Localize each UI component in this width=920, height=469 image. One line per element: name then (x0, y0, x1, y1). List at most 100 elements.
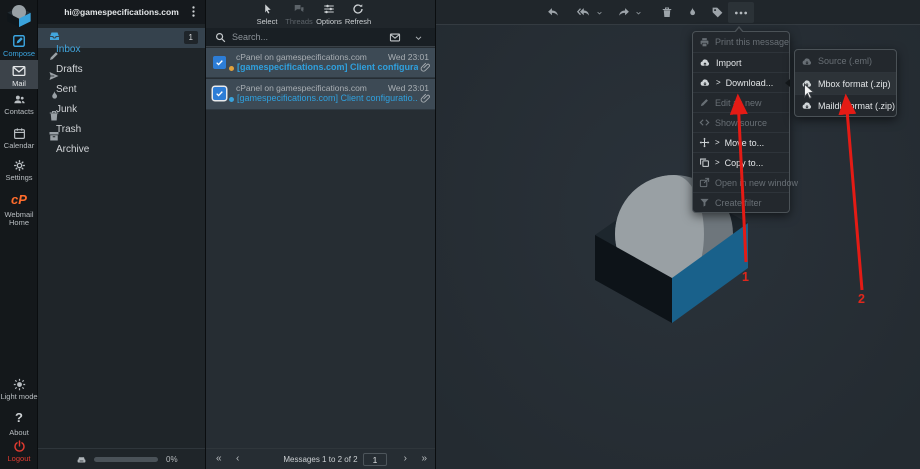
page-number-input[interactable] (363, 453, 387, 466)
account-bar: hi@gamespecifications.com (38, 0, 205, 24)
rail-label-calendar: Calendar (0, 142, 38, 150)
menu-item-label: Move to... (725, 138, 765, 148)
rail-item-calendar[interactable]: Calendar (0, 127, 38, 150)
chevron-down-icon[interactable] (635, 10, 642, 16)
sun-icon (0, 378, 38, 391)
paperclip-icon (420, 62, 431, 73)
rail-label-about: About (0, 429, 38, 437)
roundcube-logo[interactable] (0, 3, 38, 28)
expand-arrow: > (715, 138, 720, 147)
rail-item-logout[interactable]: Logout (0, 440, 38, 463)
menu-item-label: Download... (726, 78, 774, 88)
forward-icon[interactable] (617, 6, 631, 19)
reply-all-icon[interactable] (576, 6, 591, 19)
expand-arrow: > (716, 78, 721, 87)
power-icon (0, 440, 38, 453)
expand-arrow: > (715, 158, 720, 167)
rail-item-settings[interactable]: Settings (0, 159, 38, 182)
reply-icon[interactable] (546, 6, 560, 19)
flag-dot-icon[interactable] (229, 66, 234, 71)
refresh-label: Refresh (340, 17, 376, 26)
folder-sent[interactable]: Sent (38, 68, 205, 88)
compose-icon (0, 34, 38, 48)
junk-icon[interactable] (686, 6, 698, 19)
menu-item-open-in-new-window[interactable]: Open in new window (693, 172, 789, 192)
message-subject: [gamespecifications.com] Client configur… (237, 93, 418, 103)
message-date: Wed 23:01 (388, 83, 429, 93)
refresh-button[interactable]: Refresh (340, 3, 376, 26)
menu-item-move-to[interactable]: > Move to... (693, 132, 789, 152)
menu-item-label: Import (716, 58, 742, 68)
folder-trash[interactable]: Trash (38, 108, 205, 128)
folder-archive[interactable]: Archive (38, 128, 205, 148)
flag-dot-icon[interactable] (229, 97, 234, 102)
menu-item-print[interactable]: Print this message (693, 32, 789, 52)
chevron-down-icon[interactable] (414, 34, 423, 42)
more-actions-button[interactable] (728, 2, 754, 23)
archive-icon (48, 130, 205, 142)
row-checkbox[interactable] (213, 87, 226, 100)
menu-item-label: Edit as new (715, 98, 762, 108)
quota-percent: 0% (166, 455, 178, 464)
message-row[interactable]: cPanel on gamespecifications.com Wed 23:… (206, 79, 435, 110)
code-icon (699, 117, 710, 128)
gear-icon (0, 159, 38, 172)
search-input[interactable] (232, 28, 372, 46)
last-page-button[interactable]: » (421, 449, 427, 469)
message-row[interactable]: cPanel on gamespecifications.com Wed 23:… (206, 48, 435, 78)
move-icon (699, 137, 710, 148)
menu-item-label: Create filter (715, 198, 762, 208)
menu-item-show-source[interactable]: Show source (693, 112, 789, 132)
next-page-button[interactable]: › (404, 449, 407, 469)
copy-icon (699, 157, 710, 168)
delete-icon[interactable] (661, 6, 673, 19)
menu-item-label: Print this message (715, 37, 789, 47)
roundcube-logo-icon (0, 3, 38, 28)
submenu-item-label: Maildir format (.zip) (818, 101, 895, 111)
refresh-icon (340, 3, 376, 15)
mouse-cursor-icon (803, 83, 815, 101)
quota-progress-track (94, 457, 158, 462)
menu-item-copy-to[interactable]: > Copy to... (693, 152, 789, 172)
rail-label-logout: Logout (0, 455, 38, 463)
folder-junk[interactable]: Junk (38, 88, 205, 108)
kebab-icon[interactable] (187, 5, 200, 18)
tag-icon[interactable] (711, 6, 724, 19)
row-checkbox[interactable] (213, 56, 226, 69)
folder-drafts[interactable]: Drafts (38, 48, 205, 68)
menu-item-edit-as-new[interactable]: Edit as new (693, 92, 789, 112)
message-count-status: Messages 1 to 2 of 2 (206, 449, 435, 469)
rail-label-settings: Settings (0, 174, 38, 182)
submenu-item-source-eml[interactable]: Source (.eml) (795, 50, 896, 72)
content-pane: Print this message Import > Download... … (436, 0, 920, 469)
inbox-icon (48, 30, 205, 42)
cpanel-icon: cP (11, 192, 27, 207)
cloud-download-icon (699, 77, 711, 88)
chevron-down-icon[interactable] (596, 10, 603, 16)
question-icon: ? (15, 410, 23, 425)
trash-icon (48, 110, 205, 122)
menu-item-download[interactable]: > Download... (693, 72, 789, 92)
unread-count-badge: 1 (184, 31, 198, 44)
cloud-download-icon (801, 56, 813, 67)
rail-item-light-mode[interactable]: Light mode (0, 378, 38, 401)
rail-item-webmail-home[interactable]: cP Webmail Home (0, 191, 38, 227)
menu-item-import[interactable]: Import (693, 52, 789, 72)
rail-label-compose: Compose (0, 50, 38, 58)
rail-item-mail[interactable]: Mail (0, 60, 38, 89)
folder-inbox[interactable]: Inbox 1 (38, 28, 205, 48)
quota-bar: 0% (38, 448, 205, 469)
rail-item-compose[interactable]: Compose (0, 34, 38, 58)
envelope-icon[interactable] (389, 32, 401, 43)
rail-item-contacts[interactable]: Contacts (0, 93, 38, 116)
account-address: hi@gamespecifications.com (64, 7, 179, 17)
menu-item-create-filter[interactable]: Create filter (693, 192, 789, 212)
folder-label: Archive (56, 144, 89, 155)
select-button[interactable]: Select (249, 3, 285, 26)
rail-item-about[interactable]: ? About (0, 409, 38, 437)
rail-label-mail: Mail (0, 80, 38, 88)
submenu-item-label: Source (.eml) (818, 56, 872, 66)
message-sender: cPanel on gamespecifications.com (236, 83, 367, 93)
content-toolbar (436, 0, 920, 25)
printer-icon (699, 37, 710, 48)
